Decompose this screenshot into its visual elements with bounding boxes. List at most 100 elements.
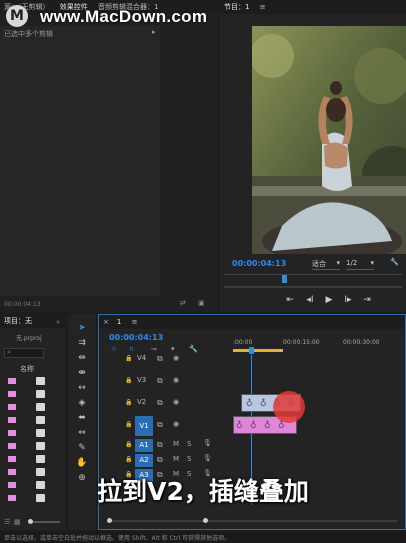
panel-expand-icon[interactable]: »	[56, 318, 60, 326]
razor-tool-icon[interactable]: ◈	[76, 397, 88, 409]
sync-lock-icon[interactable]: ⧉	[157, 420, 163, 430]
sequence-icon	[36, 390, 45, 398]
lock-icon[interactable]: 🔒	[125, 456, 132, 463]
ruler-label: :00:00	[233, 339, 253, 346]
clip-keyframe-icon: ♁	[250, 421, 257, 431]
playhead-marker[interactable]	[282, 275, 287, 283]
lock-icon[interactable]: 🔒	[125, 377, 132, 384]
panel-menu-icon[interactable]: ≡	[128, 315, 142, 329]
lock-icon[interactable]: 🔒	[125, 421, 132, 428]
track-name[interactable]: V3	[137, 376, 146, 384]
lock-icon[interactable]: 🔒	[125, 355, 132, 362]
program-monitor: 节目：1 ≡ 00:00:04:13 适合 ▾ 1/2 ▾ 🔧 ⇤ ◂I ▶ I…	[220, 0, 406, 312]
clip-keyframe-icon: ♁	[264, 421, 271, 431]
sync-lock-icon[interactable]: ⧉	[157, 376, 163, 386]
project-file-name: 无.prproj	[16, 335, 42, 342]
microphone-icon[interactable]: 🎙	[203, 454, 212, 462]
rolling-edit-tool-icon[interactable]: ⇼	[76, 367, 88, 379]
clip-keyframe-icon: ♁	[236, 421, 243, 431]
list-item[interactable]	[6, 402, 52, 412]
settings-icon[interactable]: ▣	[198, 299, 205, 307]
slip-tool-icon[interactable]: ⬌	[76, 412, 88, 424]
zoom-slider[interactable]	[28, 519, 60, 524]
timeline-timecode[interactable]: 00:00:04:13	[109, 333, 163, 342]
solo-button[interactable]: S	[187, 455, 191, 463]
microphone-icon[interactable]: 🎙	[203, 439, 212, 447]
status-bar-text: 单击以选择，或单击空白处并拖动以框选。使用 Shift、Alt 和 Ctrl 可…	[4, 535, 231, 542]
lock-icon[interactable]: 🔒	[125, 441, 132, 448]
timeline-scroll-bar[interactable]	[107, 518, 397, 523]
program-time-ruler[interactable]	[224, 274, 402, 284]
export-frame-icon[interactable]: ⇄	[180, 299, 186, 307]
column-header-name[interactable]: 名称	[20, 364, 34, 374]
program-scroll-bar[interactable]	[224, 286, 402, 288]
sync-lock-icon[interactable]: ⧉	[157, 455, 163, 465]
list-item[interactable]	[6, 441, 52, 451]
lock-icon[interactable]: 🔒	[125, 399, 132, 406]
close-icon[interactable]: ×	[99, 315, 113, 329]
ripple-edit-tool-icon[interactable]: ⇹	[76, 352, 88, 364]
icon-view-icon[interactable]: ▦	[14, 518, 21, 526]
play-icon[interactable]: ▶	[323, 294, 335, 306]
zoom-slider-thumb[interactable]	[28, 519, 33, 524]
pen-tool-icon[interactable]: ✎	[76, 442, 88, 454]
clip-keyframe-icon: ♁	[260, 399, 267, 409]
chevron-down-icon: ▾	[370, 259, 374, 267]
program-video-frame	[252, 26, 406, 254]
label-color-swatch	[8, 391, 16, 397]
label-color-swatch	[8, 404, 16, 410]
source-panel-body: 已选中多个剪辑 ▸	[0, 26, 160, 296]
scroll-thumb[interactable]	[107, 518, 112, 523]
list-view-icon[interactable]: ☰	[4, 518, 10, 526]
step-forward-icon[interactable]: I▸	[342, 294, 354, 306]
project-search-input[interactable]: ⌕	[4, 348, 44, 358]
list-item[interactable]	[6, 428, 52, 438]
mute-button[interactable]: M	[173, 440, 179, 448]
track-name[interactable]: V2	[137, 398, 146, 406]
tab-project[interactable]: 项目：无	[0, 314, 36, 328]
list-item[interactable]	[6, 376, 52, 386]
video-still-image	[252, 26, 406, 254]
watermark: M www.MacDown.com	[0, 0, 406, 30]
timeline-ruler[interactable]: :00:00 00:00:15:00 00:00:30:00	[233, 337, 403, 355]
step-back-icon[interactable]: ◂I	[304, 294, 316, 306]
tab-sequence[interactable]: 1	[113, 315, 125, 329]
go-to-in-icon[interactable]: ⇤	[284, 294, 296, 306]
eye-icon[interactable]: ◉	[173, 354, 179, 362]
hand-tool-icon[interactable]: ✋	[76, 457, 88, 469]
sync-lock-icon[interactable]: ⧉	[157, 354, 163, 364]
slide-tool-icon[interactable]: ⇔	[76, 427, 88, 439]
fit-select[interactable]: 适合 ▾	[312, 259, 340, 270]
track-name[interactable]: V1	[135, 416, 153, 436]
go-to-out-icon[interactable]: ⇥	[361, 294, 373, 306]
track-name[interactable]: V4	[137, 354, 146, 362]
list-item[interactable]	[6, 415, 52, 425]
source-panel: 源：（无剪辑） 效果控件 音频剪辑混合器：1 已选中多个剪辑 ▸ 00:00:0…	[0, 0, 218, 312]
scroll-thumb[interactable]	[203, 518, 208, 523]
resolution-select[interactable]: 1/2 ▾	[346, 259, 374, 270]
eye-icon[interactable]: ◉	[173, 376, 179, 384]
track-select-tool-icon[interactable]: ⇉	[76, 337, 88, 349]
track-name[interactable]: A1	[135, 439, 153, 452]
sequence-icon	[36, 455, 45, 463]
video-track-header: 🔒 V2 ⧉ ◉	[99, 395, 229, 417]
rate-stretch-tool-icon[interactable]: ↔	[76, 382, 88, 394]
track-name[interactable]: A2	[135, 454, 153, 467]
sequence-icon	[36, 429, 45, 437]
work-area-bar[interactable]	[233, 349, 283, 352]
watermark-text: www.MacDown.com	[40, 7, 208, 26]
eye-icon[interactable]: ◉	[173, 420, 179, 428]
eye-icon[interactable]: ◉	[173, 398, 179, 406]
list-item[interactable]	[6, 454, 52, 464]
list-item[interactable]	[6, 389, 52, 399]
solo-button[interactable]: S	[187, 440, 191, 448]
playhead-handle[interactable]	[249, 347, 254, 354]
sync-lock-icon[interactable]: ⧉	[157, 398, 163, 408]
mute-button[interactable]: M	[173, 455, 179, 463]
selection-tool-icon[interactable]: ➤	[76, 322, 88, 334]
selection-status-text: 已选中多个剪辑	[4, 30, 53, 38]
program-timecode[interactable]: 00:00:04:13	[232, 259, 286, 268]
sync-lock-icon[interactable]: ⧉	[157, 440, 163, 450]
fit-select-value: 适合	[312, 260, 326, 268]
wrench-icon[interactable]: 🔧	[390, 258, 399, 266]
